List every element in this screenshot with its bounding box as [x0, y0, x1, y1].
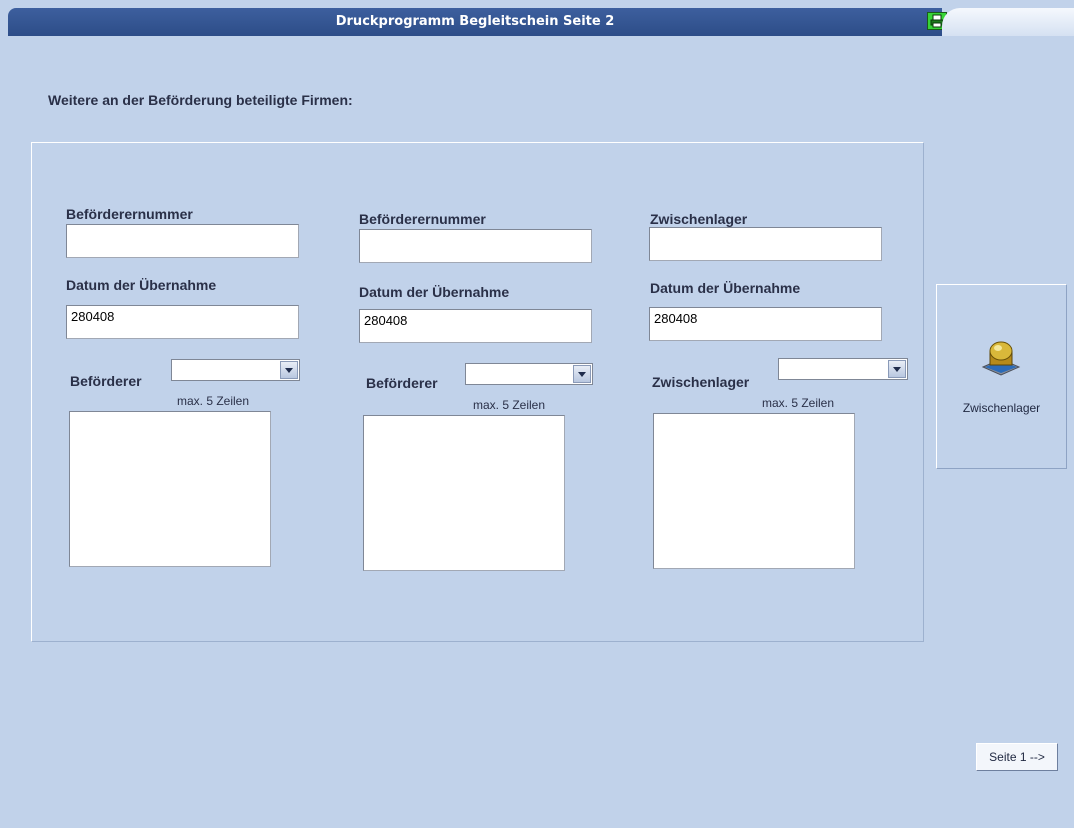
- chevron-down-icon[interactable]: [280, 361, 298, 379]
- intermediate-storage-button-label: Zwischenlager: [962, 401, 1041, 415]
- pickup-date-label-3: Datum der Übernahme: [650, 280, 801, 296]
- pickup-date-label-2: Datum der Übernahme: [359, 284, 510, 300]
- title-bar: Druckprogramm Begleitschein Seite 2: [8, 8, 947, 36]
- carrier-number-label-2: Beförderernummer: [359, 211, 486, 227]
- pickup-date-input-3[interactable]: 280408: [649, 307, 882, 341]
- storage-number-label: Zwischenlager: [650, 211, 748, 227]
- storage-tank-icon: [981, 339, 1021, 381]
- section-heading: Weitere an der Beförderung beteiligte Fi…: [48, 92, 353, 108]
- carrier-select-label-2: Beförderer: [366, 375, 438, 391]
- carrier-select-label-1: Beförderer: [70, 373, 142, 389]
- storage-select-label: Zwischenlager: [652, 374, 750, 390]
- intermediate-storage-button[interactable]: Zwischenlager: [936, 284, 1067, 469]
- max-lines-hint-2: max. 5 Zeilen: [473, 398, 546, 412]
- storage-select[interactable]: [778, 358, 908, 380]
- carrier-number-input-2[interactable]: [359, 229, 592, 263]
- chevron-down-icon[interactable]: [888, 360, 906, 378]
- pickup-date-input-1[interactable]: 280408: [66, 305, 299, 339]
- storage-number-input[interactable]: [649, 227, 882, 261]
- max-lines-hint-1: max. 5 Zeilen: [177, 394, 250, 408]
- max-lines-hint-3: max. 5 Zeilen: [762, 396, 835, 410]
- page-1-button[interactable]: Seite 1 -->: [976, 743, 1058, 771]
- carrier-select-1[interactable]: [171, 359, 300, 381]
- carrier-select-2[interactable]: [465, 363, 593, 385]
- carrier-number-input-1[interactable]: [66, 224, 299, 258]
- carrier-address-textarea-1[interactable]: [69, 411, 271, 567]
- title-bar-corner: [942, 8, 1074, 36]
- pickup-date-label-1: Datum der Übernahme: [66, 277, 217, 293]
- chevron-down-icon[interactable]: [573, 365, 591, 383]
- window-title: Druckprogramm Begleitschein Seite 2: [335, 14, 615, 29]
- storage-address-textarea[interactable]: [653, 413, 855, 569]
- carrier-address-textarea-2[interactable]: [363, 415, 565, 571]
- carrier-number-label-1: Beförderernummer: [66, 206, 193, 222]
- pickup-date-input-2[interactable]: 280408: [359, 309, 592, 343]
